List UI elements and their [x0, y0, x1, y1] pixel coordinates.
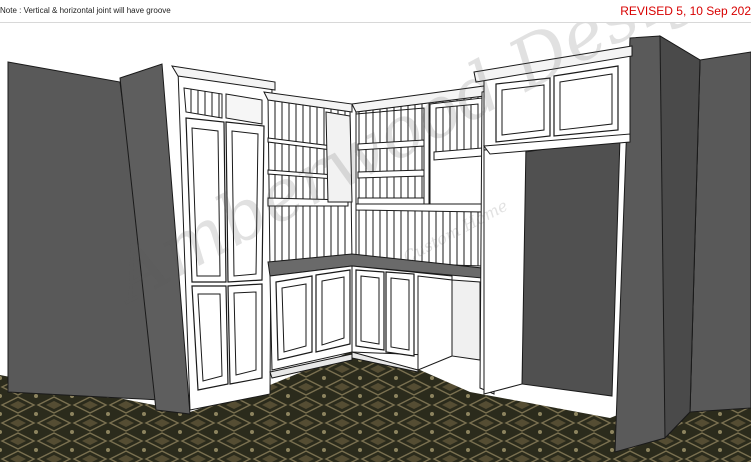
- screenshot-viewport: Note : Vertical & horizontal joint will …: [0, 0, 751, 462]
- pantry-door-right-lower-panel: [233, 291, 257, 376]
- lower-door-4-panel: [390, 277, 410, 351]
- cabinet-render: [0, 22, 751, 462]
- left-shelf-side: [325, 111, 353, 203]
- valance-shelf: [355, 203, 483, 213]
- bridge-door-right-panel: [559, 73, 613, 131]
- lower-door-3-panel: [360, 275, 380, 345]
- right-divider-face: [483, 143, 527, 395]
- bridge-door-left-panel: [501, 84, 545, 136]
- pantry-door-right-upper-panel: [231, 130, 259, 277]
- lower-door-2-panel: [321, 276, 345, 346]
- corner-shelf-3: [357, 197, 425, 205]
- revision-label: REVISED 5, 10 Sep 202: [620, 4, 751, 18]
- pantry-door-left-upper-panel: [191, 127, 221, 277]
- groove-note: Note : Vertical & horizontal joint will …: [0, 6, 171, 15]
- doorway-opening: [521, 137, 621, 397]
- lower-end-panel: [417, 275, 453, 371]
- desk-knee-space: [451, 279, 481, 361]
- header-bar: Note : Vertical & horizontal joint will …: [0, 0, 751, 23]
- lower-door-1-panel: [281, 283, 307, 353]
- corner-shelf-2: [357, 169, 425, 179]
- corner-shelf-unit: [355, 107, 425, 205]
- right-upper-cubby-back: [435, 103, 479, 155]
